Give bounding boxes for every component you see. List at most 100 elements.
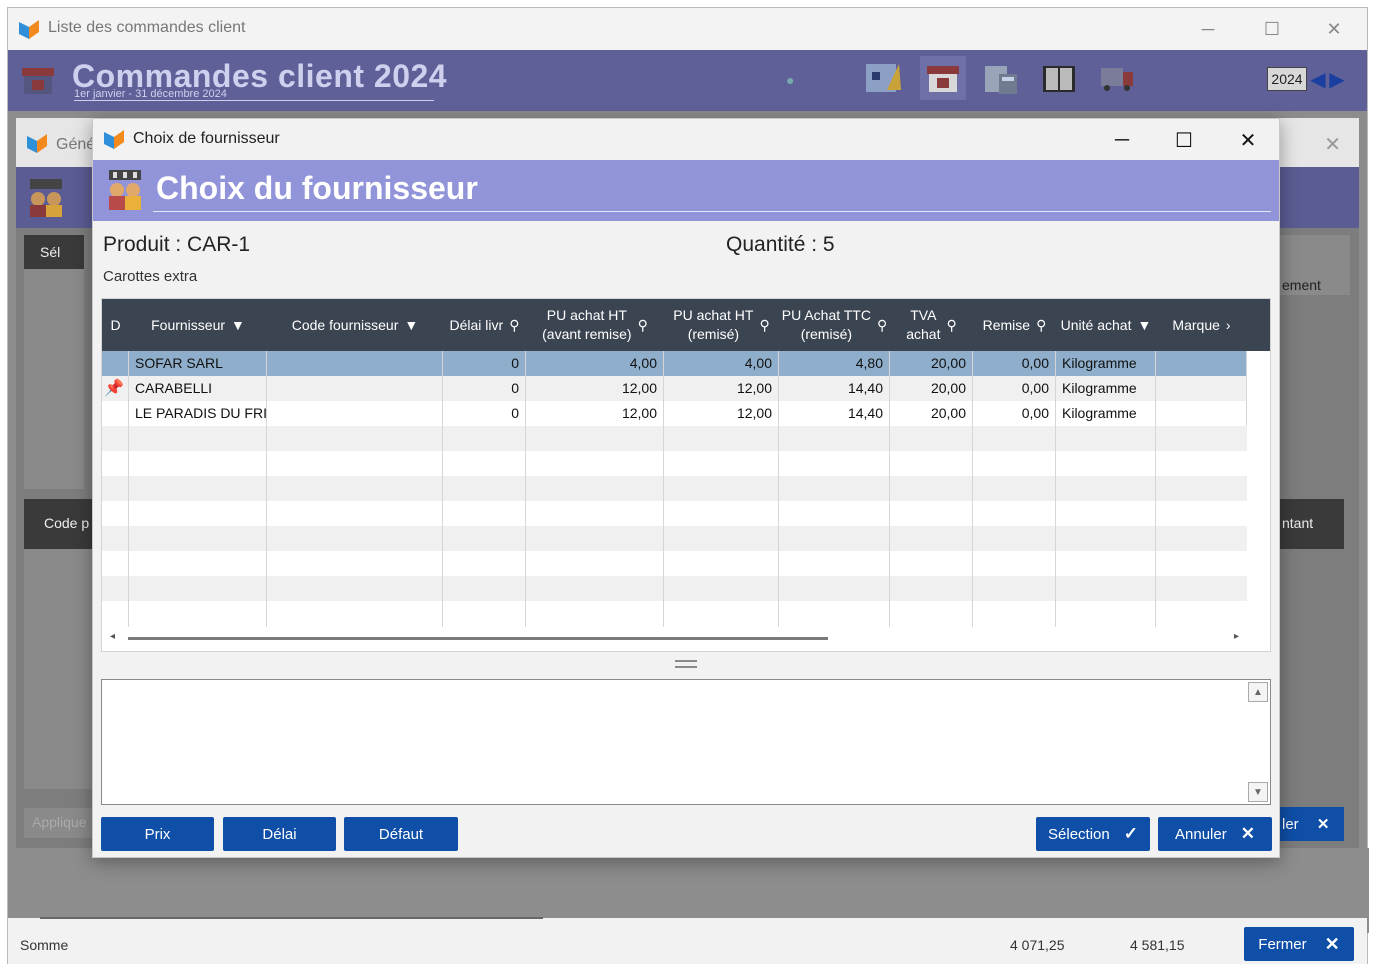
- search-icon[interactable]: ⚲: [759, 316, 769, 335]
- default-cell: [102, 401, 129, 426]
- grid-line: [128, 351, 129, 627]
- search-icon[interactable]: ⚲: [638, 316, 648, 335]
- search-icon[interactable]: ⚲: [946, 316, 956, 335]
- close-button[interactable]: ✕: [1314, 15, 1354, 43]
- app-logo-icon: [19, 20, 39, 39]
- pu-ttc-cell: 4,80: [779, 351, 890, 376]
- settings-diagram-icon[interactable]: [860, 56, 906, 100]
- col-default-header[interactable]: D: [102, 299, 129, 351]
- remise-cell: 0,00: [973, 401, 1056, 426]
- supplier-people-icon: [109, 170, 141, 210]
- remise-cell: 0,00: [973, 376, 1056, 401]
- col-unite-header[interactable]: Unité achat ▼: [1056, 299, 1156, 351]
- code-fournisseur-cell: [267, 376, 443, 401]
- dialog-maximize-button[interactable]: ☐: [1161, 125, 1207, 155]
- scroll-left-icon[interactable]: ◂: [110, 631, 115, 642]
- fournisseur-cell: SOFAR SARL: [129, 351, 267, 376]
- col-tva-header[interactable]: TVA achat ⚲: [890, 299, 973, 351]
- column-label: PU achat HT (avant remise): [542, 307, 632, 342]
- bg-code-column: [24, 549, 94, 789]
- sum-label-footer: Somme: [20, 937, 69, 953]
- column-label: Code fournisseur: [291, 316, 399, 333]
- grid-line: [778, 351, 779, 627]
- empty-row: [102, 551, 1247, 576]
- period-label: 1er janvier - 31 décembre 2024: [74, 88, 434, 101]
- next-year-icon[interactable]: ▶: [1328, 67, 1346, 91]
- col-fournisseur-header[interactable]: Fournisseur ▼: [129, 299, 267, 351]
- col-delai-header[interactable]: Délai livr ⚲: [443, 299, 526, 351]
- selection-button[interactable]: Sélection ✓: [1036, 817, 1150, 851]
- code-fournisseur-cell: [267, 351, 443, 376]
- behind-close-icon[interactable]: ✕: [1324, 132, 1341, 157]
- behind-cancel-button[interactable]: ler ✕: [1278, 807, 1344, 841]
- fermer-label: Fermer: [1258, 935, 1307, 953]
- horizontal-scrollbar[interactable]: ◂ ▸: [102, 629, 1247, 651]
- col-code-fournisseur-header[interactable]: Code fournisseur ▼: [267, 299, 443, 351]
- minimize-button[interactable]: ─: [1188, 15, 1228, 43]
- filter-icon[interactable]: ▼: [404, 316, 418, 335]
- grid-line: [663, 351, 664, 627]
- annuler-button[interactable]: Annuler ✕: [1158, 817, 1272, 851]
- default-cell: [102, 351, 129, 376]
- previous-year-icon[interactable]: ◀: [1309, 67, 1327, 91]
- dialog-minimize-button[interactable]: ─: [1099, 125, 1145, 155]
- fermer-button[interactable]: Fermer ✕: [1244, 927, 1354, 961]
- scroll-up-icon[interactable]: ▲: [1248, 682, 1268, 702]
- delai-cell: 0: [443, 351, 526, 376]
- maximize-button[interactable]: ☐: [1252, 15, 1292, 43]
- col-remise-header[interactable]: Remise ⚲: [973, 299, 1056, 351]
- marque-cell: [1156, 401, 1247, 426]
- fournisseur-cell: CARABELLI: [129, 376, 267, 401]
- search-icon[interactable]: ⚲: [1036, 316, 1046, 335]
- filter-icon[interactable]: ▼: [231, 316, 245, 335]
- col-pu-ttc-header[interactable]: PU Achat TTC (remisé) ⚲: [779, 299, 890, 351]
- truck-icon[interactable]: [1094, 56, 1140, 100]
- delai-button[interactable]: Délai: [223, 817, 336, 851]
- book-icon[interactable]: [1036, 56, 1082, 100]
- window-title: Liste des commandes client: [48, 19, 246, 36]
- main-header: Commandes client 2024 1er janvier - 31 d…: [8, 50, 1367, 111]
- col-pu-ht-remise-header[interactable]: PU achat HT (remisé) ⚲: [664, 299, 779, 351]
- quantity-label: Quantité : 5: [726, 233, 835, 256]
- search-icon[interactable]: ⚲: [877, 316, 887, 335]
- empty-row: [102, 601, 1247, 626]
- year-field[interactable]: 2024: [1267, 67, 1307, 91]
- pu-ht-remise-cell: 12,00: [664, 401, 779, 426]
- panel-splitter[interactable]: [675, 660, 697, 668]
- tva-cell: 20,00: [890, 351, 973, 376]
- delai-cell: 0: [443, 376, 526, 401]
- filter-icon[interactable]: ▼: [1137, 316, 1151, 335]
- main-titlebar: Liste des commandes client ─ ☐ ✕: [8, 8, 1367, 50]
- column-label: TVA achat: [906, 307, 941, 342]
- code-fournisseur-cell: [267, 401, 443, 426]
- supplier-row[interactable]: 📌 CARABELLI 0 12,00 12,00 14,40 20,00 0,00 Kilog…: [102, 376, 1247, 401]
- empty-row: [102, 426, 1247, 451]
- apply-button[interactable]: Applique: [24, 808, 94, 838]
- main-hscroll-thumb[interactable]: [40, 917, 543, 919]
- grid-line: [266, 351, 267, 627]
- supplier-row[interactable]: LE PARADIS DU FRI 0 12,00 12,00 14,40 20,00 0,…: [102, 401, 1247, 426]
- defaut-label: Défaut: [378, 825, 424, 843]
- calculator-icon[interactable]: [978, 56, 1024, 100]
- unite-cell: Kilogramme: [1056, 376, 1156, 401]
- col-pu-ht-avant-header[interactable]: PU achat HT (avant remise) ⚲: [526, 299, 664, 351]
- column-label: Fournisseur: [151, 316, 226, 333]
- empty-row: [102, 476, 1247, 501]
- shop-toolbar-icon[interactable]: [920, 56, 966, 100]
- column-label: D: [110, 316, 121, 333]
- scroll-right-icon[interactable]: ▸: [1234, 631, 1239, 642]
- search-icon[interactable]: ⚲: [509, 316, 519, 335]
- grid-line: [972, 351, 973, 627]
- prix-button[interactable]: Prix: [101, 817, 214, 851]
- bg-col-montant: ntant: [1278, 499, 1344, 549]
- notes-textarea[interactable]: ▲ ▼: [101, 679, 1271, 805]
- supplier-row[interactable]: SOFAR SARL 0 4,00 4,00 4,80 20,00 0,00 Kilogram…: [102, 351, 1247, 376]
- col-marque-header[interactable]: Marque ›: [1156, 299, 1247, 351]
- chevron-right-icon[interactable]: ›: [1226, 316, 1231, 335]
- fournisseur-cell: LE PARADIS DU FRI: [129, 401, 267, 426]
- defaut-button[interactable]: Défaut: [344, 817, 458, 851]
- dialog-close-button[interactable]: ✕: [1225, 125, 1271, 155]
- scroll-down-icon[interactable]: ▼: [1248, 782, 1268, 802]
- scroll-thumb[interactable]: [128, 637, 828, 640]
- grid-line: [442, 351, 443, 627]
